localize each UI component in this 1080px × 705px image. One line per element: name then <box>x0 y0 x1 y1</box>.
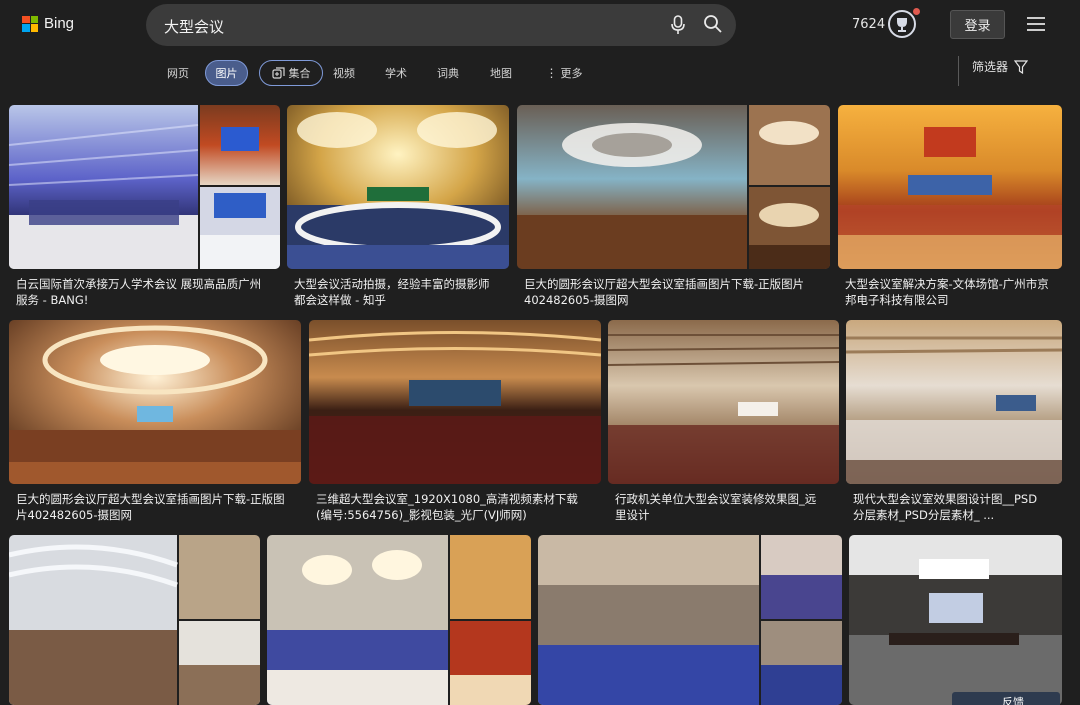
image-thumbnail[interactable] <box>287 105 509 269</box>
image-caption-line[interactable]: 大型会议室解决方案-文体场馆-广州市京 <box>845 276 1062 292</box>
image-caption-line[interactable]: 里设计 <box>615 507 839 523</box>
notification-dot <box>913 8 920 15</box>
image-thumbnail[interactable] <box>9 105 280 269</box>
image-thumbnail[interactable] <box>846 320 1062 484</box>
search-box[interactable]: 大型会议 <box>146 4 736 46</box>
image-thumbnail[interactable] <box>9 535 260 705</box>
tab-more[interactable]: ⋮ 更多 <box>543 60 585 86</box>
collections-icon <box>271 66 285 79</box>
image-thumbnail[interactable] <box>608 320 839 484</box>
filter-icon <box>1014 59 1029 74</box>
logo-text: Bing <box>44 15 75 32</box>
image-thumbnail[interactable] <box>309 320 601 484</box>
image-caption-line[interactable]: 片402482605-摄图网 <box>16 507 301 523</box>
tab-collections[interactable]: 集合 <box>259 60 323 86</box>
search-input[interactable]: 大型会议 <box>164 16 224 37</box>
filter-button[interactable]: 筛选器 <box>972 58 1029 75</box>
image-caption-line[interactable]: 现代大型会议室效果图设计图__PSD <box>853 491 1062 507</box>
feedback-label: 反馈 <box>1002 696 1024 705</box>
image-thumbnail[interactable] <box>9 320 301 484</box>
trophy-icon[interactable] <box>887 9 917 43</box>
image-caption-line[interactable]: 都会这样做 - 知乎 <box>294 292 509 308</box>
rewards-points[interactable]: 7624 <box>852 17 885 32</box>
filter-label: 筛选器 <box>972 60 1009 74</box>
image-caption-line[interactable]: 服务 - BANG! <box>16 292 280 308</box>
image-thumbnail[interactable] <box>849 535 1062 705</box>
login-button[interactable]: 登录 <box>950 10 1005 39</box>
image-caption-line[interactable]: 巨大的圆形会议厅超大型会议室插画图片下载-正版图片 <box>524 276 830 292</box>
image-caption-line[interactable]: 邦电子科技有限公司 <box>845 292 1062 308</box>
image-caption-line[interactable]: (编号:5564756)_影视包装_光厂(VJ师网) <box>316 507 601 523</box>
header: Bing 大型会议 7624 登录 <box>0 0 1080 50</box>
image-caption-line[interactable]: 大型会议活动拍摄，经验丰富的摄影师 <box>294 276 509 292</box>
tab-dictionary[interactable]: 词典 <box>430 60 466 86</box>
microphone-icon[interactable] <box>670 15 686 39</box>
image-thumbnail[interactable] <box>517 105 830 269</box>
microsoft-logo-icon <box>22 15 38 32</box>
image-caption-line[interactable]: 白云国际首次承接万人学术会议 展现高品质广州 <box>16 276 280 292</box>
image-thumbnail[interactable] <box>267 535 531 705</box>
image-caption-line[interactable]: 三维超大型会议室_1920X1080_高清视频素材下载 <box>316 491 601 507</box>
image-thumbnail[interactable] <box>538 535 842 705</box>
tab-collections-label: 集合 <box>288 67 311 80</box>
feedback-button[interactable]: 反馈 <box>952 692 1060 705</box>
divider <box>958 56 959 86</box>
image-caption-line[interactable]: 402482605-摄图网 <box>524 292 830 308</box>
image-caption-line[interactable]: 巨大的圆形会议厅超大型会议室插画图片下载-正版图 <box>16 491 301 507</box>
tab-more-label: 更多 <box>560 67 583 80</box>
image-caption-line[interactable]: 行政机关单位大型会议室装修效果图_远 <box>615 491 839 507</box>
tab-web[interactable]: 网页 <box>160 60 196 86</box>
more-dots-icon: ⋮ <box>545 66 558 80</box>
tab-academic[interactable]: 学术 <box>378 60 414 86</box>
tab-videos[interactable]: 视频 <box>326 60 362 86</box>
bing-logo[interactable]: Bing <box>22 15 74 32</box>
hamburger-menu-icon[interactable] <box>1026 16 1046 36</box>
image-caption-line[interactable]: 分层素材_PSD分层素材_ ... <box>853 507 1062 523</box>
search-tabs: 网页 图片 集合 视频 学术 词典 地图 ⋮ 更多 筛选器 <box>0 56 1080 90</box>
tab-maps[interactable]: 地图 <box>483 60 519 86</box>
tab-images[interactable]: 图片 <box>205 60 248 86</box>
image-thumbnail[interactable] <box>838 105 1062 269</box>
search-icon[interactable] <box>703 14 723 38</box>
